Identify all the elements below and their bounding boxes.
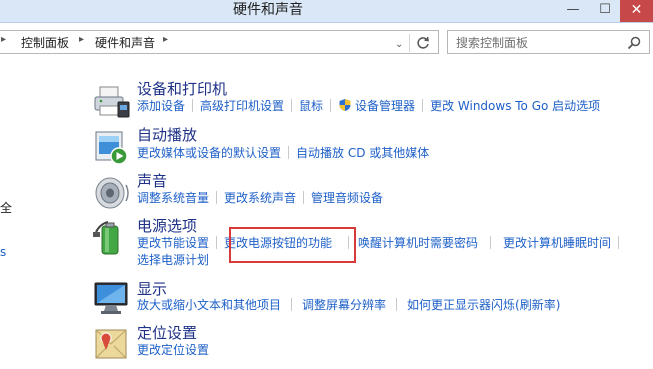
link-change-sleep-time[interactable]: 更改计算机睡眠时间 xyxy=(503,236,611,250)
refresh-icon[interactable] xyxy=(413,33,433,53)
address-divider xyxy=(409,34,410,52)
link-adjust-volume[interactable]: 调整系统音量 xyxy=(137,191,209,205)
search-icon[interactable] xyxy=(626,35,642,51)
monitor-icon[interactable] xyxy=(92,278,132,318)
chevron-right-icon[interactable]: ▸ xyxy=(163,34,168,45)
maximize-button[interactable]: ☐ xyxy=(590,0,620,22)
link-divider xyxy=(396,298,398,311)
link-mouse[interactable]: 鼠标 xyxy=(299,99,323,113)
search-placeholder: 搜索控制面板 xyxy=(456,36,529,50)
link-require-password-on-wake[interactable]: 唤醒计算机时需要密码 xyxy=(358,236,478,250)
link-divider xyxy=(291,99,293,112)
link-divider xyxy=(303,191,305,204)
category-title-location[interactable]: 定位设置 xyxy=(137,323,197,343)
links-sound: 调整系统音量 更改系统声音 管理音频设备 xyxy=(137,190,383,207)
link-device-manager[interactable]: 设备管理器 xyxy=(355,99,415,113)
link-change-power-saving[interactable]: 更改节能设置 xyxy=(137,236,209,250)
category-title-display[interactable]: 显示 xyxy=(137,279,167,299)
window-title: 硬件和声音 xyxy=(233,2,303,18)
link-text-size[interactable]: 放大或缩小文本和其他项目 xyxy=(137,298,281,312)
location-icon[interactable] xyxy=(92,324,132,364)
link-autoplay-cd[interactable]: 自动播放 CD 或其他媒体 xyxy=(296,146,429,160)
link-windows-to-go[interactable]: 更改 Windows To Go 启动选项 xyxy=(430,99,600,113)
category-title-devices-printers[interactable]: 设备和打印机 xyxy=(137,79,227,99)
link-manage-audio-devices[interactable]: 管理音频设备 xyxy=(311,191,383,205)
chevron-down-icon[interactable]: ⌄ xyxy=(395,39,403,50)
link-change-media-defaults[interactable]: 更改媒体或设备的默认设置 xyxy=(137,146,281,160)
link-add-device[interactable]: 添加设备 xyxy=(137,99,185,113)
link-change-system-sounds[interactable]: 更改系统声音 xyxy=(224,191,296,205)
breadcrumb[interactable]: ▸ 控制面板 ▸ 硬件和声音 ▸ ⌄ xyxy=(0,30,439,54)
link-divider xyxy=(216,236,218,249)
links-devices-printers: 添加设备 高级打印机设置 鼠标 设备管理器 更改 Windows To Go 启动选项 xyxy=(137,98,600,115)
battery-icon[interactable] xyxy=(92,218,132,258)
address-bar: ▸ 控制面板 ▸ 硬件和声音 ▸ ⌄ 搜索控制面板 xyxy=(0,23,653,61)
links-power-options-2: 选择电源计划 xyxy=(137,252,209,269)
uac-shield-icon xyxy=(339,99,351,111)
autoplay-icon[interactable] xyxy=(92,128,132,168)
links-location: 更改定位设置 xyxy=(137,342,209,359)
title-bar: 硬件和声音 — ☐ ✕ xyxy=(0,0,653,23)
minimize-button[interactable]: — xyxy=(556,0,590,22)
speaker-icon[interactable] xyxy=(92,173,132,213)
link-advanced-printer-setup[interactable]: 高级打印机设置 xyxy=(200,99,284,113)
link-divider xyxy=(288,146,290,159)
highlight-box xyxy=(229,227,356,263)
link-divider xyxy=(291,298,293,311)
breadcrumb-control-panel[interactable]: 控制面板 xyxy=(21,35,69,51)
search-input[interactable]: 搜索控制面板 xyxy=(447,30,650,54)
chevron-right-icon: ▸ xyxy=(1,34,7,45)
printer-icon[interactable] xyxy=(92,82,132,122)
close-button[interactable]: ✕ xyxy=(620,0,653,22)
link-change-location-settings[interactable]: 更改定位设置 xyxy=(137,343,209,357)
category-title-power-options[interactable]: 电源选项 xyxy=(137,216,197,236)
link-divider xyxy=(192,99,194,112)
links-display: 放大或缩小文本和其他项目 调整屏幕分辨率 如何更正显示器闪烁(刷新率) xyxy=(137,297,560,314)
breadcrumb-hardware-sound[interactable]: 硬件和声音 xyxy=(95,35,155,51)
link-divider xyxy=(216,191,218,204)
chevron-right-icon[interactable]: ▸ xyxy=(79,34,84,45)
link-choose-power-plan[interactable]: 选择电源计划 xyxy=(137,253,209,267)
category-title-sound[interactable]: 声音 xyxy=(137,171,167,191)
links-autoplay: 更改媒体或设备的默认设置 自动播放 CD 或其他媒体 xyxy=(137,145,429,162)
link-divider xyxy=(618,236,620,249)
sidebar-fragment[interactable]: s xyxy=(0,245,6,259)
category-title-autoplay[interactable]: 自动播放 xyxy=(137,125,197,145)
link-divider xyxy=(330,99,332,112)
link-divider xyxy=(422,99,424,112)
sidebar-fragment[interactable]: 全 xyxy=(0,199,12,216)
link-refresh-rate[interactable]: 如何更正显示器闪烁(刷新率) xyxy=(407,298,560,312)
link-divider xyxy=(490,236,492,249)
link-screen-resolution[interactable]: 调整屏幕分辨率 xyxy=(302,298,386,312)
links-power-options: 更改节能设置 更改电源按钮的功能 唤醒计算机时需要密码 更改计算机睡眠时间 xyxy=(137,235,626,252)
